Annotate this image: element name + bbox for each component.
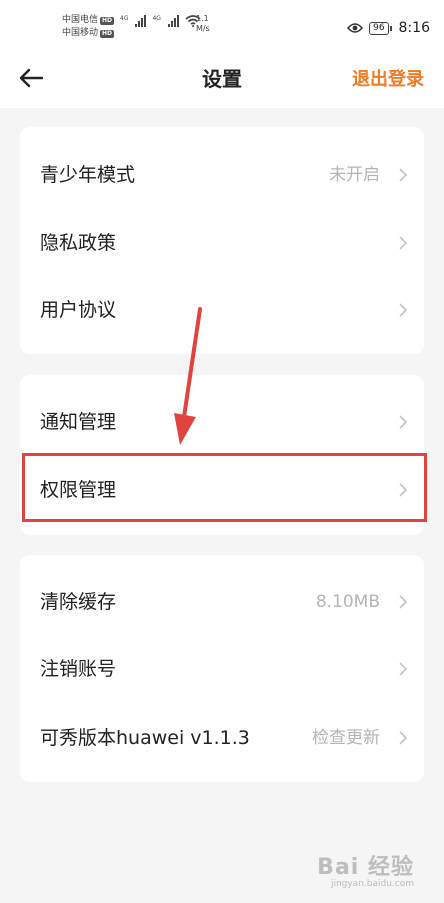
back-arrow-icon[interactable] [18,66,44,90]
chevron-right-icon [399,662,408,676]
chevron-right-icon [399,415,408,429]
chevron-right-icon [399,595,408,609]
settings-group-1: 青少年模式 未开启 隐私政策 用户协议 [20,127,424,354]
settings-group-2: 通知管理 权限管理 [20,375,424,535]
watermark-url: jingyan.baidu.com [330,879,414,889]
network-type-label: 4G [152,15,161,22]
clock: 8:16 [398,20,430,36]
teen-mode-row[interactable]: 青少年模式 未开启 [20,142,424,208]
clear-cache-row[interactable]: 清除缓存 8.10MB [20,569,424,635]
user-agreement-label: 用户协议 [40,299,117,321]
hd-badge: HD [100,16,115,25]
chevron-right-icon [399,168,408,182]
permission-management-label: 权限管理 [40,479,117,501]
status-right: 96 8:16 [347,20,430,36]
user-agreement-row[interactable]: 用户协议 [20,277,424,343]
cache-size: 8.10MB [315,592,380,612]
chevron-right-icon [399,236,408,250]
speed-unit: M/s [196,24,210,33]
check-update-label: 检查更新 [312,728,380,748]
watermark-logo: Bai 经验 [317,855,414,880]
signal-icon [167,15,179,27]
delete-account-label: 注销账号 [40,658,117,680]
speed-value: 1.1 [196,14,209,23]
delete-account-row[interactable]: 注销账号 [20,636,424,702]
carrier-info: 中国电信 HD 中国移动 HD [62,14,115,40]
network-speed: 1.1 M/s [196,14,210,34]
privacy-policy-label: 隐私政策 [40,232,117,254]
network-type-label: 4G [120,15,129,22]
chevron-right-icon [399,731,408,745]
app-version-row[interactable]: 可秀版本huawei v1.1.3 检查更新 [20,705,424,771]
logout-button[interactable]: 退出登录 [352,65,424,91]
settings-group-3: 清除缓存 8.10MB 注销账号 可秀版本huawei v1.1.3 检查更新 [20,555,424,782]
battery-icon: 96 [369,21,393,35]
status-bar: 中国电信 HD 中国移动 HD 4G 4G 1.1 M/s 96 8:16 [0,0,444,50]
nav-bar: 设置 退出登录 [0,50,444,108]
notification-management-label: 通知管理 [40,411,117,433]
watermark: Bai 经验 jingyan.baidu.com [317,849,414,889]
chevron-right-icon [399,303,408,317]
app-version-label: 可秀版本huawei v1.1.3 [40,727,250,749]
teen-mode-status: 未开启 [329,165,380,185]
hd-badge: HD [100,29,115,38]
chevron-right-icon [399,483,408,497]
notification-management-row[interactable]: 通知管理 [20,389,424,455]
teen-mode-label: 青少年模式 [40,164,136,186]
eye-icon [347,23,364,33]
permission-management-row[interactable]: 权限管理 [20,457,424,523]
clear-cache-label: 清除缓存 [40,591,117,613]
privacy-policy-row[interactable]: 隐私政策 [20,210,424,276]
signal-area: 4G 4G [120,15,201,27]
carrier-2-name: 中国移动 [62,28,99,38]
carrier-1-name: 中国电信 [62,15,99,25]
signal-icon [135,15,147,27]
